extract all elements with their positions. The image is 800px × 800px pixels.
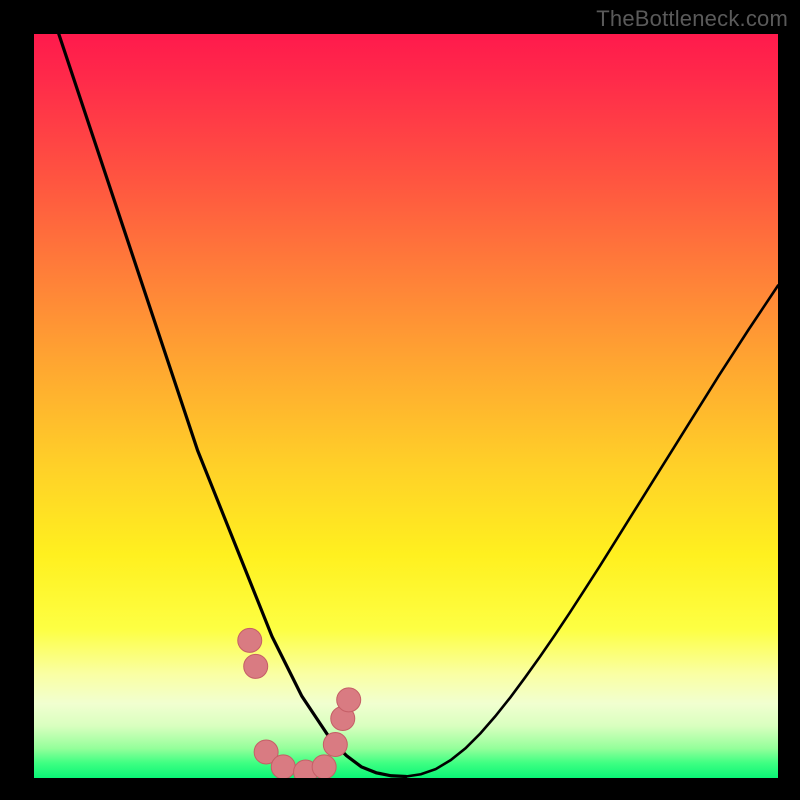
curve-segment xyxy=(406,285,778,776)
data-marker xyxy=(238,628,262,652)
curve-segment xyxy=(34,34,406,777)
plot-area xyxy=(34,34,778,778)
curves-layer xyxy=(34,34,778,778)
watermark-text: TheBottleneck.com xyxy=(596,6,788,32)
chart-frame: TheBottleneck.com xyxy=(0,0,800,800)
data-marker xyxy=(323,733,347,757)
data-marker xyxy=(244,654,268,678)
data-marker xyxy=(312,755,336,778)
data-marker xyxy=(271,755,295,778)
data-marker xyxy=(337,688,361,712)
